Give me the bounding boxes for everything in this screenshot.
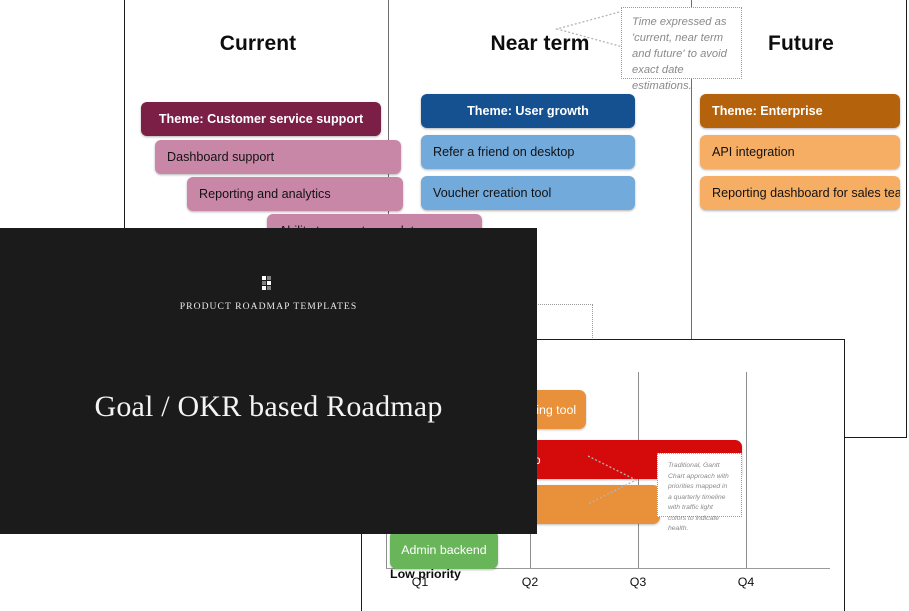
roadmap-item-reporting-and-analytics[interactable]: Reporting and analytics	[187, 177, 403, 211]
theme-bar-enterprise[interactable]: Theme: Enterprise	[700, 94, 900, 128]
brand-block: PRODUCT ROADMAP TEMPLATES	[0, 276, 537, 312]
roadmap-item-refer-a-friend-on-desktop[interactable]: Refer a friend on desktop	[421, 135, 635, 169]
annotation-callout-gantt-approach: Traditional, Gantt Chart approach with p…	[657, 453, 742, 532]
gantt-quarter-label-q3: Q3	[629, 575, 647, 589]
gantt-quarter-label-q1: Q1	[411, 575, 429, 589]
theme-bar-user-growth[interactable]: Theme: User growth	[421, 94, 635, 128]
brand-label: PRODUCT ROADMAP TEMPLATES	[179, 301, 358, 312]
slide-title: Goal / OKR based Roadmap	[94, 390, 443, 423]
theme-bar-customer-service-support[interactable]: Theme: Customer service support	[141, 102, 381, 136]
roadmap-item-dashboard-support[interactable]: Dashboard support	[155, 140, 401, 174]
roadmap-item-reporting-dashboard-for-sales-team[interactable]: Reporting dashboard for sales team	[700, 176, 900, 210]
gantt-quarter-label-q4: Q4	[737, 575, 755, 589]
roadmap-item-voucher-creation-tool[interactable]: Voucher creation tool	[421, 176, 635, 210]
column-title-current: Current	[219, 32, 297, 55]
annotation-callout-time-expression: Time expressed as 'current, near term an…	[621, 7, 742, 92]
screenshot-canvas: Current Near term Future Theme: Customer…	[0, 0, 909, 611]
gantt-bar-admin-backend[interactable]: Admin backend	[390, 530, 498, 569]
gantt-quarter-label-q2: Q2	[521, 575, 539, 589]
grid-squares-logo-icon	[262, 276, 275, 290]
title-slide-panel: PRODUCT ROADMAP TEMPLATES Goal / OKR bas…	[0, 228, 537, 534]
gantt-gridline-q4	[746, 372, 747, 568]
roadmap-item-api-integration[interactable]: API integration	[700, 135, 900, 169]
